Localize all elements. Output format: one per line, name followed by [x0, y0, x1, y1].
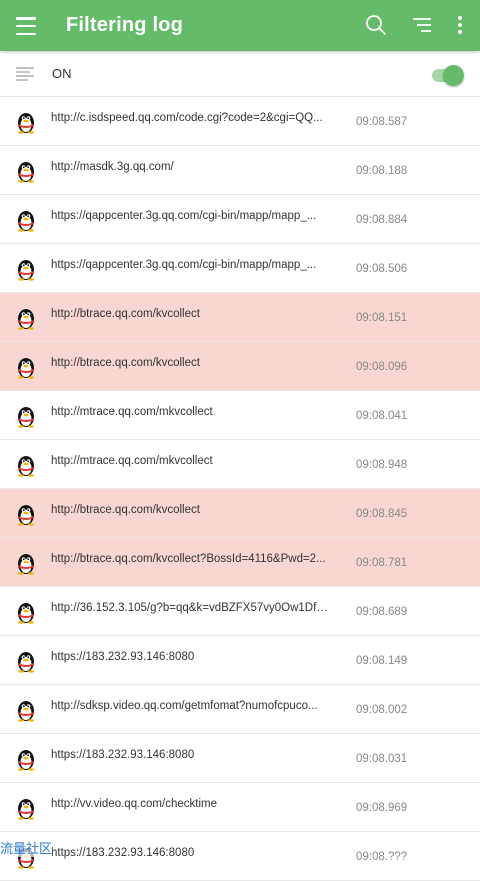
log-time: 09:08.948: [356, 459, 408, 471]
filter-icon[interactable]: [410, 13, 434, 37]
app-bar: Filtering log: [0, 0, 480, 51]
log-time: 09:08.041: [356, 410, 408, 422]
log-url: http://sdksp.video.qq.com/getmfomat?numo…: [51, 700, 318, 712]
qq-penguin-icon: [18, 652, 34, 673]
log-entry[interactable]: http://btrace.qq.com/kvcollect 09:08.845: [0, 489, 480, 538]
watermark: 流量社区: [0, 838, 53, 857]
qq-penguin-icon: [18, 603, 34, 624]
log-url: https://qappcenter.3g.qq.com/cgi-bin/map…: [51, 259, 317, 271]
log-time: 09:08.002: [356, 704, 408, 716]
filter-toggle[interactable]: [430, 64, 464, 86]
log-url: http://vv.video.qq.com/checktime: [51, 798, 217, 810]
menu-icon[interactable]: [14, 14, 38, 38]
log-entry[interactable]: http://btrace.qq.com/kvcollect 09:08.096: [0, 342, 480, 391]
log-entry[interactable]: https://183.232.93.146:8080 09:08.149: [0, 636, 480, 685]
log-time: 09:08.845: [356, 508, 408, 520]
qq-penguin-icon: [18, 799, 34, 820]
log-url: https://qappcenter.3g.qq.com/cgi-bin/map…: [51, 210, 317, 222]
log-time: 09:08.031: [356, 753, 408, 765]
qq-penguin-icon: [18, 554, 34, 575]
list-lines-icon: [16, 67, 34, 81]
qq-penguin-icon: [18, 162, 34, 183]
log-url: http://btrace.qq.com/kvcollect: [51, 357, 200, 369]
log-list[interactable]: http://c.isdspeed.qq.com/code.cgi?code=2…: [0, 97, 480, 881]
log-entry[interactable]: http://btrace.qq.com/kvcollect?BossId=41…: [0, 538, 480, 587]
log-url: https://183.232.93.146:8080: [51, 749, 195, 761]
qq-penguin-icon: [18, 701, 34, 722]
log-url: https://183.232.93.146:8080: [51, 847, 195, 859]
log-url: http://masdk.3g.qq.com/: [51, 161, 174, 173]
log-entry[interactable]: http://sdksp.video.qq.com/getmfomat?numo…: [0, 685, 480, 734]
log-entry[interactable]: http://36.152.3.105/g?b=qq&k=vdBZFX57vy0…: [0, 587, 480, 636]
log-url: http://btrace.qq.com/kvcollect: [51, 504, 200, 516]
qq-penguin-icon: [18, 260, 34, 281]
log-url: http://c.isdspeed.qq.com/code.cgi?code=2…: [51, 112, 323, 124]
log-time: 09:08.884: [356, 214, 408, 226]
qq-penguin-icon: [18, 113, 34, 134]
qq-penguin-icon: [18, 358, 34, 379]
log-entry[interactable]: http://c.isdspeed.qq.com/code.cgi?code=2…: [0, 97, 480, 146]
search-icon[interactable]: [364, 13, 388, 37]
qq-penguin-icon: [18, 407, 34, 428]
log-url: http://mtrace.qq.com/mkvcollect: [51, 455, 213, 467]
log-time: 09:08.506: [356, 263, 408, 275]
log-entry[interactable]: https://183.232.93.146:8080 09:08.031: [0, 734, 480, 783]
log-entry[interactable]: http://vv.video.qq.com/checktime 09:08.9…: [0, 783, 480, 832]
log-time: 09:08.151: [356, 312, 408, 324]
log-time: 09:08.188: [356, 165, 408, 177]
log-entry[interactable]: https://183.232.93.146:8080 09:08.???: [0, 832, 480, 881]
log-entry[interactable]: http://mtrace.qq.com/mkvcollect 09:08.94…: [0, 440, 480, 489]
filter-state-label: ON: [52, 66, 72, 81]
log-entry[interactable]: http://mtrace.qq.com/mkvcollect 09:08.04…: [0, 391, 480, 440]
log-time: 09:08.689: [356, 606, 408, 618]
log-url: http://mtrace.qq.com/mkvcollect: [51, 406, 213, 418]
page-title: Filtering log: [66, 14, 184, 36]
qq-penguin-icon: [18, 456, 34, 477]
qq-penguin-icon: [18, 505, 34, 526]
log-time: 09:08.587: [356, 116, 408, 128]
log-url: https://183.232.93.146:8080: [51, 651, 195, 663]
qq-penguin-icon: [18, 309, 34, 330]
log-url: http://btrace.qq.com/kvcollect?BossId=41…: [51, 553, 326, 565]
qq-penguin-icon: [18, 750, 34, 771]
qq-penguin-icon: [18, 211, 34, 232]
log-time: 09:08.096: [356, 361, 408, 373]
log-url: http://btrace.qq.com/kvcollect: [51, 308, 200, 320]
log-entry[interactable]: http://btrace.qq.com/kvcollect 09:08.151: [0, 293, 480, 342]
log-time: 09:08.969: [356, 802, 408, 814]
log-url: http://36.152.3.105/g?b=qq&k=vdBZFX57vy0…: [51, 602, 331, 614]
more-vert-icon[interactable]: [448, 13, 472, 37]
log-entry[interactable]: http://masdk.3g.qq.com/ 09:08.188: [0, 146, 480, 195]
filter-switch-row: ON: [0, 51, 480, 97]
log-entry[interactable]: https://qappcenter.3g.qq.com/cgi-bin/map…: [0, 244, 480, 293]
log-entry[interactable]: https://qappcenter.3g.qq.com/cgi-bin/map…: [0, 195, 480, 244]
log-time: 09:08.781: [356, 557, 408, 569]
log-time: 09:08.149: [356, 655, 408, 667]
toggle-thumb[interactable]: [443, 65, 464, 86]
